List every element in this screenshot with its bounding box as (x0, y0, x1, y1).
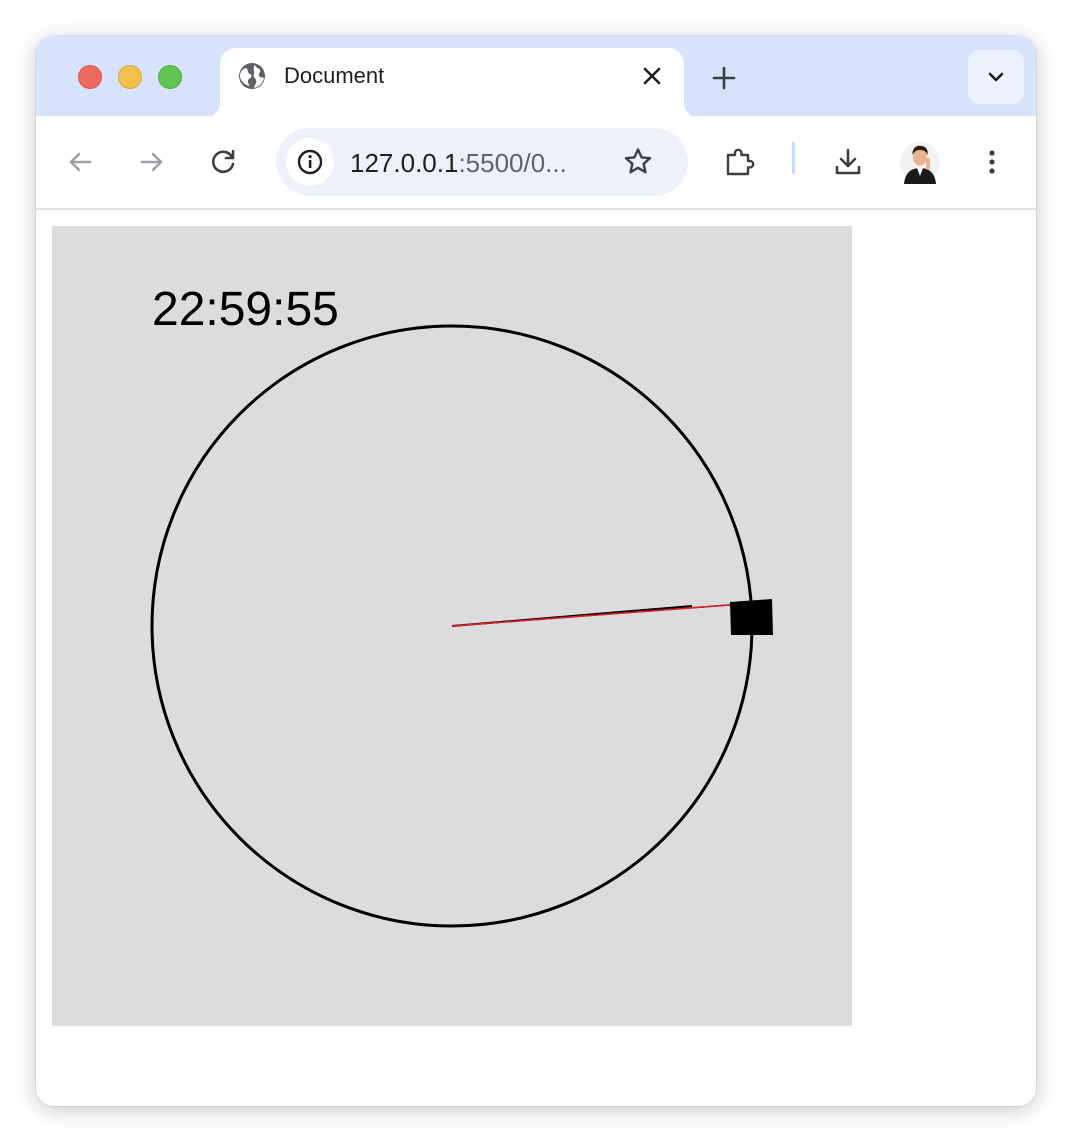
url-host: 127.0.0.1 (350, 148, 459, 178)
tab-search-button[interactable] (968, 50, 1024, 104)
tab-document[interactable]: Document (204, 48, 700, 118)
plus-icon[interactable] (708, 62, 740, 94)
puzzle-icon[interactable] (724, 146, 756, 178)
chevron-down-icon (988, 72, 1004, 82)
hand-end-marker (730, 599, 773, 635)
page-content: 22:59:55 (36, 210, 1036, 1106)
window-maximize-button[interactable] (158, 65, 182, 89)
arrow-left-icon[interactable] (64, 146, 96, 178)
kebab-menu-icon[interactable] (976, 146, 1008, 178)
clock-canvas: 22:59:55 (52, 226, 852, 1026)
window-minimize-button[interactable] (118, 65, 142, 89)
tab-title: Document (284, 63, 385, 88)
second-hand (451, 603, 743, 627)
site-info-button[interactable] (286, 138, 334, 186)
analog-clock (150, 324, 773, 928)
globe-icon (239, 63, 265, 89)
avatar[interactable] (900, 140, 940, 184)
arrow-right-icon[interactable] (136, 146, 168, 178)
close-icon[interactable] (638, 62, 666, 90)
address-bar[interactable]: 127.0.0.1:5500/0... (276, 128, 688, 196)
url-path: :5500/0... (458, 148, 567, 178)
star-icon[interactable] (622, 146, 654, 178)
download-icon[interactable] (832, 146, 864, 178)
reload-icon[interactable] (208, 146, 240, 178)
toolbar-divider (792, 142, 795, 174)
toolbar: 127.0.0.1:5500/0... (36, 116, 1036, 210)
info-icon (297, 149, 323, 175)
url-text[interactable]: 127.0.0.1:5500/0... (350, 148, 567, 178)
digital-time: 22:59:55 (152, 283, 339, 336)
tab-strip: Document (36, 36, 1036, 118)
browser-window: Document 127.0.0.1:5500/0... 22:59:55 (36, 36, 1036, 1106)
window-close-button[interactable] (78, 65, 102, 89)
